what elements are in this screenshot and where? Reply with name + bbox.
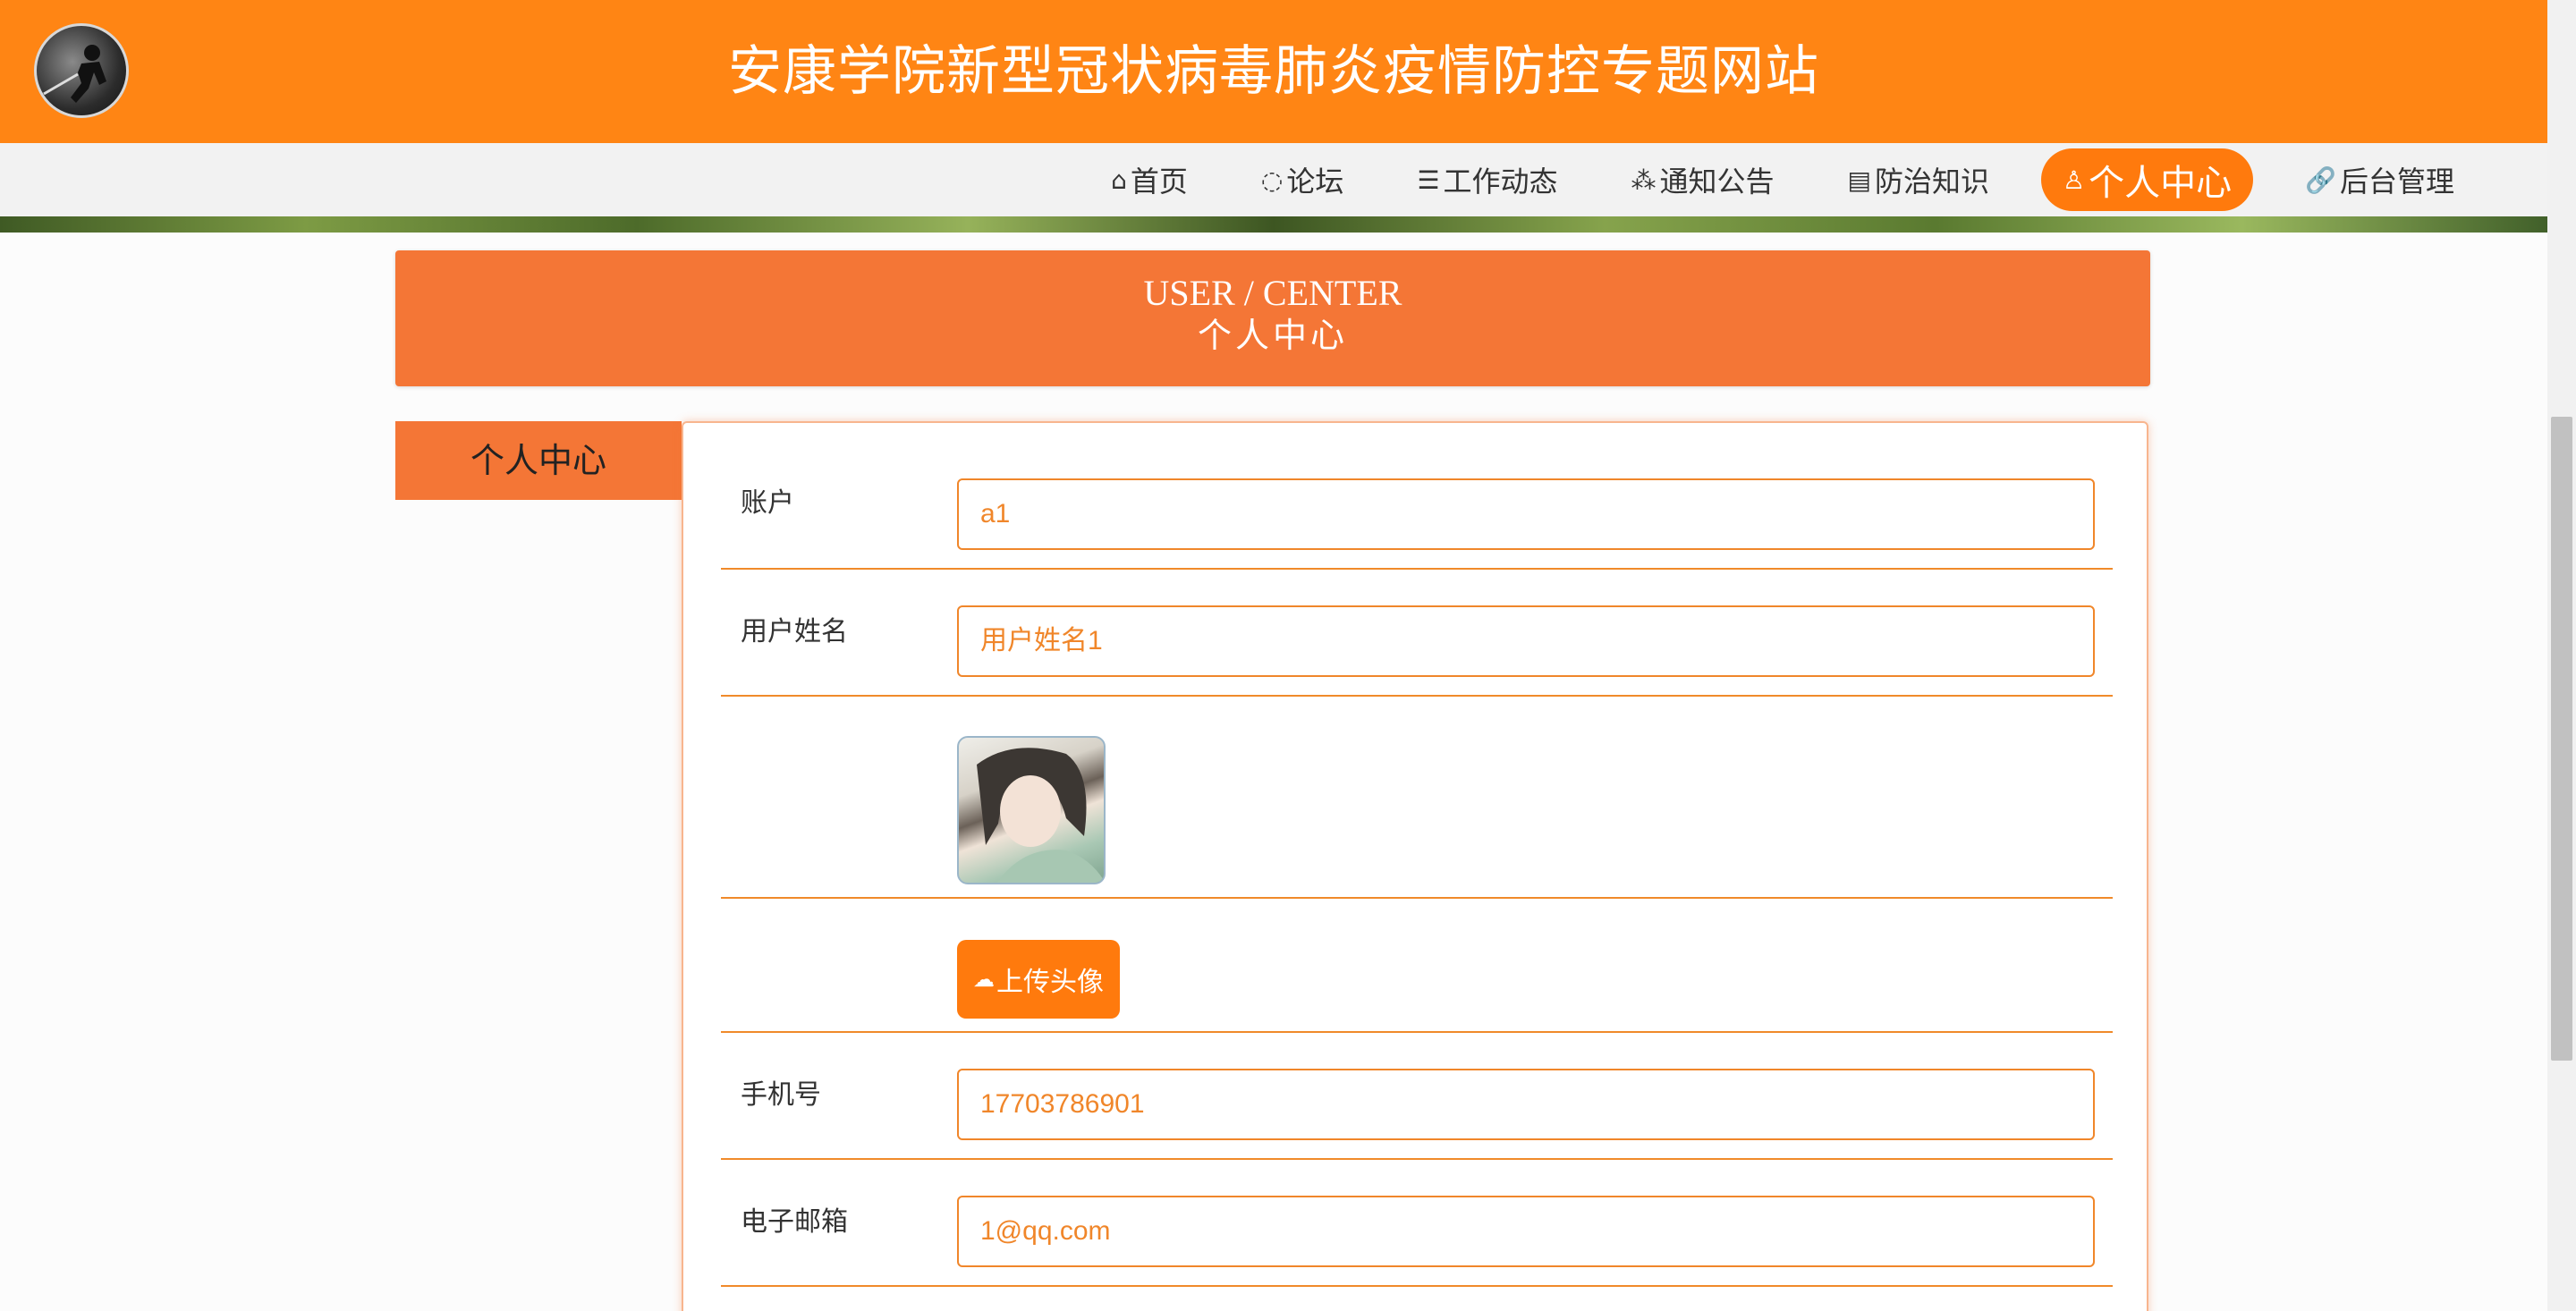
main-nav: ⌂ 首页 ◌ 论坛 ☰ 工作动态 ⁂ 通知公告 ▤ 防治知识 ♙ 个人中心 🔗 … — [0, 143, 2547, 216]
form-row-email: 电子邮箱 1@qq.com — [721, 1160, 2113, 1287]
avatar — [957, 736, 1106, 884]
profile-form-panel: 账户 a1 用户姓名 用户姓名1 ☁ 上传头像 手机号 17703786901 … — [682, 421, 2148, 1311]
chat-icon: ◌ — [1260, 165, 1284, 195]
document-icon: ▤ — [1847, 165, 1871, 195]
banner-title-en: USER / CENTER — [1143, 273, 1402, 313]
section-banner: USER / CENTER 个人中心 — [395, 250, 2150, 386]
nav-item-user-center[interactable]: ♙ 个人中心 — [2041, 148, 2254, 211]
bell-icon: ⁂ — [1631, 165, 1657, 195]
phone-field[interactable]: 17703786901 — [957, 1069, 2095, 1140]
nav-item-label: 后台管理 — [2339, 165, 2454, 199]
nav-item-label: 首页 — [1130, 165, 1188, 199]
username-field[interactable]: 用户姓名1 — [957, 605, 2095, 677]
form-row-account: 账户 a1 — [721, 423, 2113, 570]
account-label: 账户 — [741, 487, 794, 519]
app: 安康学院新型冠状病毒肺炎疫情防控专题网站 ⌂ 首页 ◌ 论坛 ☰ 工作动态 ⁂ … — [0, 0, 2576, 1311]
phone-label: 手机号 — [741, 1079, 821, 1111]
nav-item-label: 个人中心 — [2089, 163, 2233, 204]
site-title: 安康学院新型冠状病毒肺炎疫情防控专题网站 — [728, 40, 1819, 103]
nav-items: ⌂ 首页 ◌ 论坛 ☰ 工作动态 ⁂ 通知公告 ▤ 防治知识 ♙ 个人中心 🔗 … — [1089, 143, 2476, 216]
link-icon: 🔗 — [2305, 165, 2336, 195]
account-field[interactable]: a1 — [957, 478, 2095, 550]
layers-icon: ☰ — [1417, 165, 1440, 195]
username-label: 用户姓名 — [741, 616, 848, 647]
upload-avatar-button[interactable]: ☁ 上传头像 — [957, 940, 1120, 1019]
nav-item-label: 论坛 — [1286, 165, 1344, 199]
vertical-scrollbar[interactable] — [2547, 0, 2576, 1311]
top-header: 安康学院新型冠状病毒肺炎疫情防控专题网站 — [0, 0, 2547, 143]
nav-item-label: 通知公告 — [1659, 165, 1775, 199]
nav-item-knowledge[interactable]: ▤ 防治知识 — [1826, 148, 2011, 211]
scrollbar-thumb[interactable] — [2551, 417, 2572, 1061]
nav-item-label: 工作动态 — [1443, 165, 1558, 199]
form-row-phone: 手机号 17703786901 — [721, 1033, 2113, 1160]
form-row-avatar — [721, 697, 2113, 899]
form-row-upload: ☁ 上传头像 — [721, 899, 2113, 1033]
nav-item-work-news[interactable]: ☰ 工作动态 — [1395, 148, 1579, 211]
nav-item-notices[interactable]: ⁂ 通知公告 — [1610, 148, 1796, 211]
form-row-username: 用户姓名 用户姓名1 — [721, 570, 2113, 697]
nav-item-label: 防治知识 — [1874, 165, 1989, 199]
user-icon: ♙ — [2063, 165, 2086, 195]
upload-button-label: 上传头像 — [996, 967, 1104, 998]
nav-item-forum[interactable]: ◌ 论坛 — [1240, 148, 1365, 211]
email-label: 电子邮箱 — [741, 1206, 848, 1238]
grass-banner-strip — [0, 216, 2547, 233]
nav-item-home[interactable]: ⌂ 首页 — [1089, 148, 1209, 211]
sidebar-tab-user-center[interactable]: 个人中心 — [395, 421, 682, 500]
nav-item-admin[interactable]: 🔗 后台管理 — [2284, 148, 2476, 211]
banner-title-zh: 个人中心 — [1197, 317, 1348, 355]
home-icon: ⌂ — [1111, 165, 1127, 195]
cloud-upload-icon: ☁ — [973, 967, 995, 992]
email-field[interactable]: 1@qq.com — [957, 1196, 2095, 1267]
